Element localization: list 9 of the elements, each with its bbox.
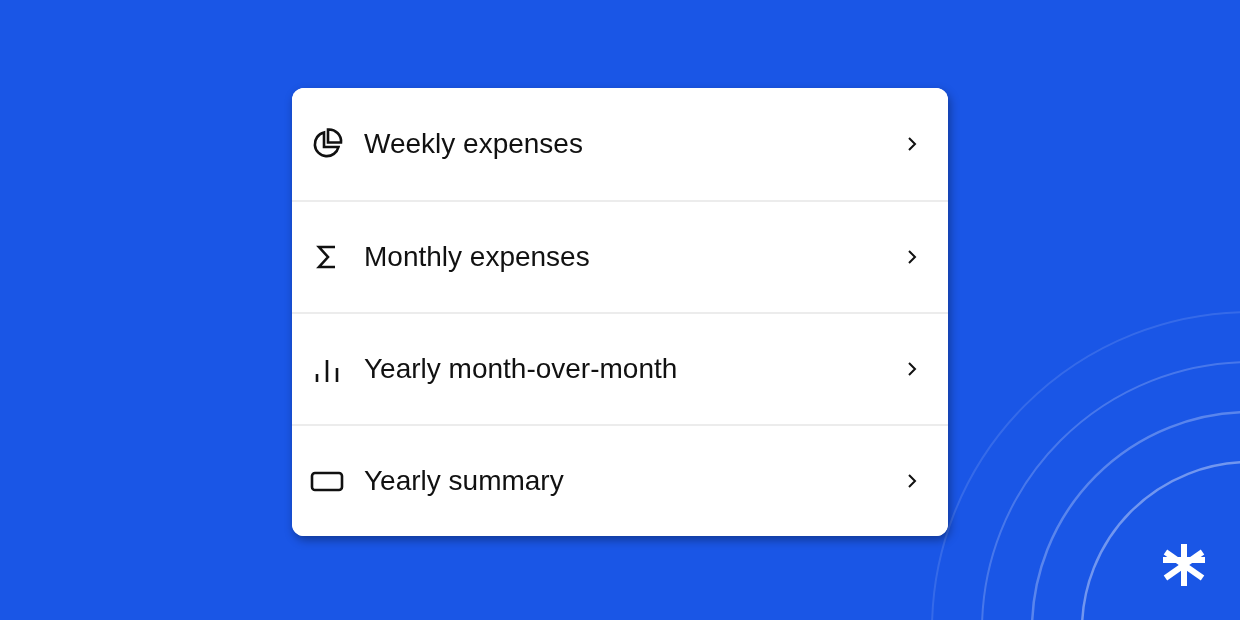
chevron-right-icon <box>906 248 918 266</box>
menu-item[interactable]: Yearly month-over-month <box>292 312 948 424</box>
asterisk-logo-icon <box>1163 544 1205 586</box>
menu-item[interactable]: Monthly expenses <box>292 200 948 312</box>
menu-item[interactable]: Yearly summary <box>292 424 948 536</box>
chevron-right-icon <box>906 135 918 153</box>
chevron-right-icon <box>906 472 918 490</box>
chevron-right-icon <box>906 360 918 378</box>
menu-item[interactable]: Weekly expenses <box>292 88 948 200</box>
